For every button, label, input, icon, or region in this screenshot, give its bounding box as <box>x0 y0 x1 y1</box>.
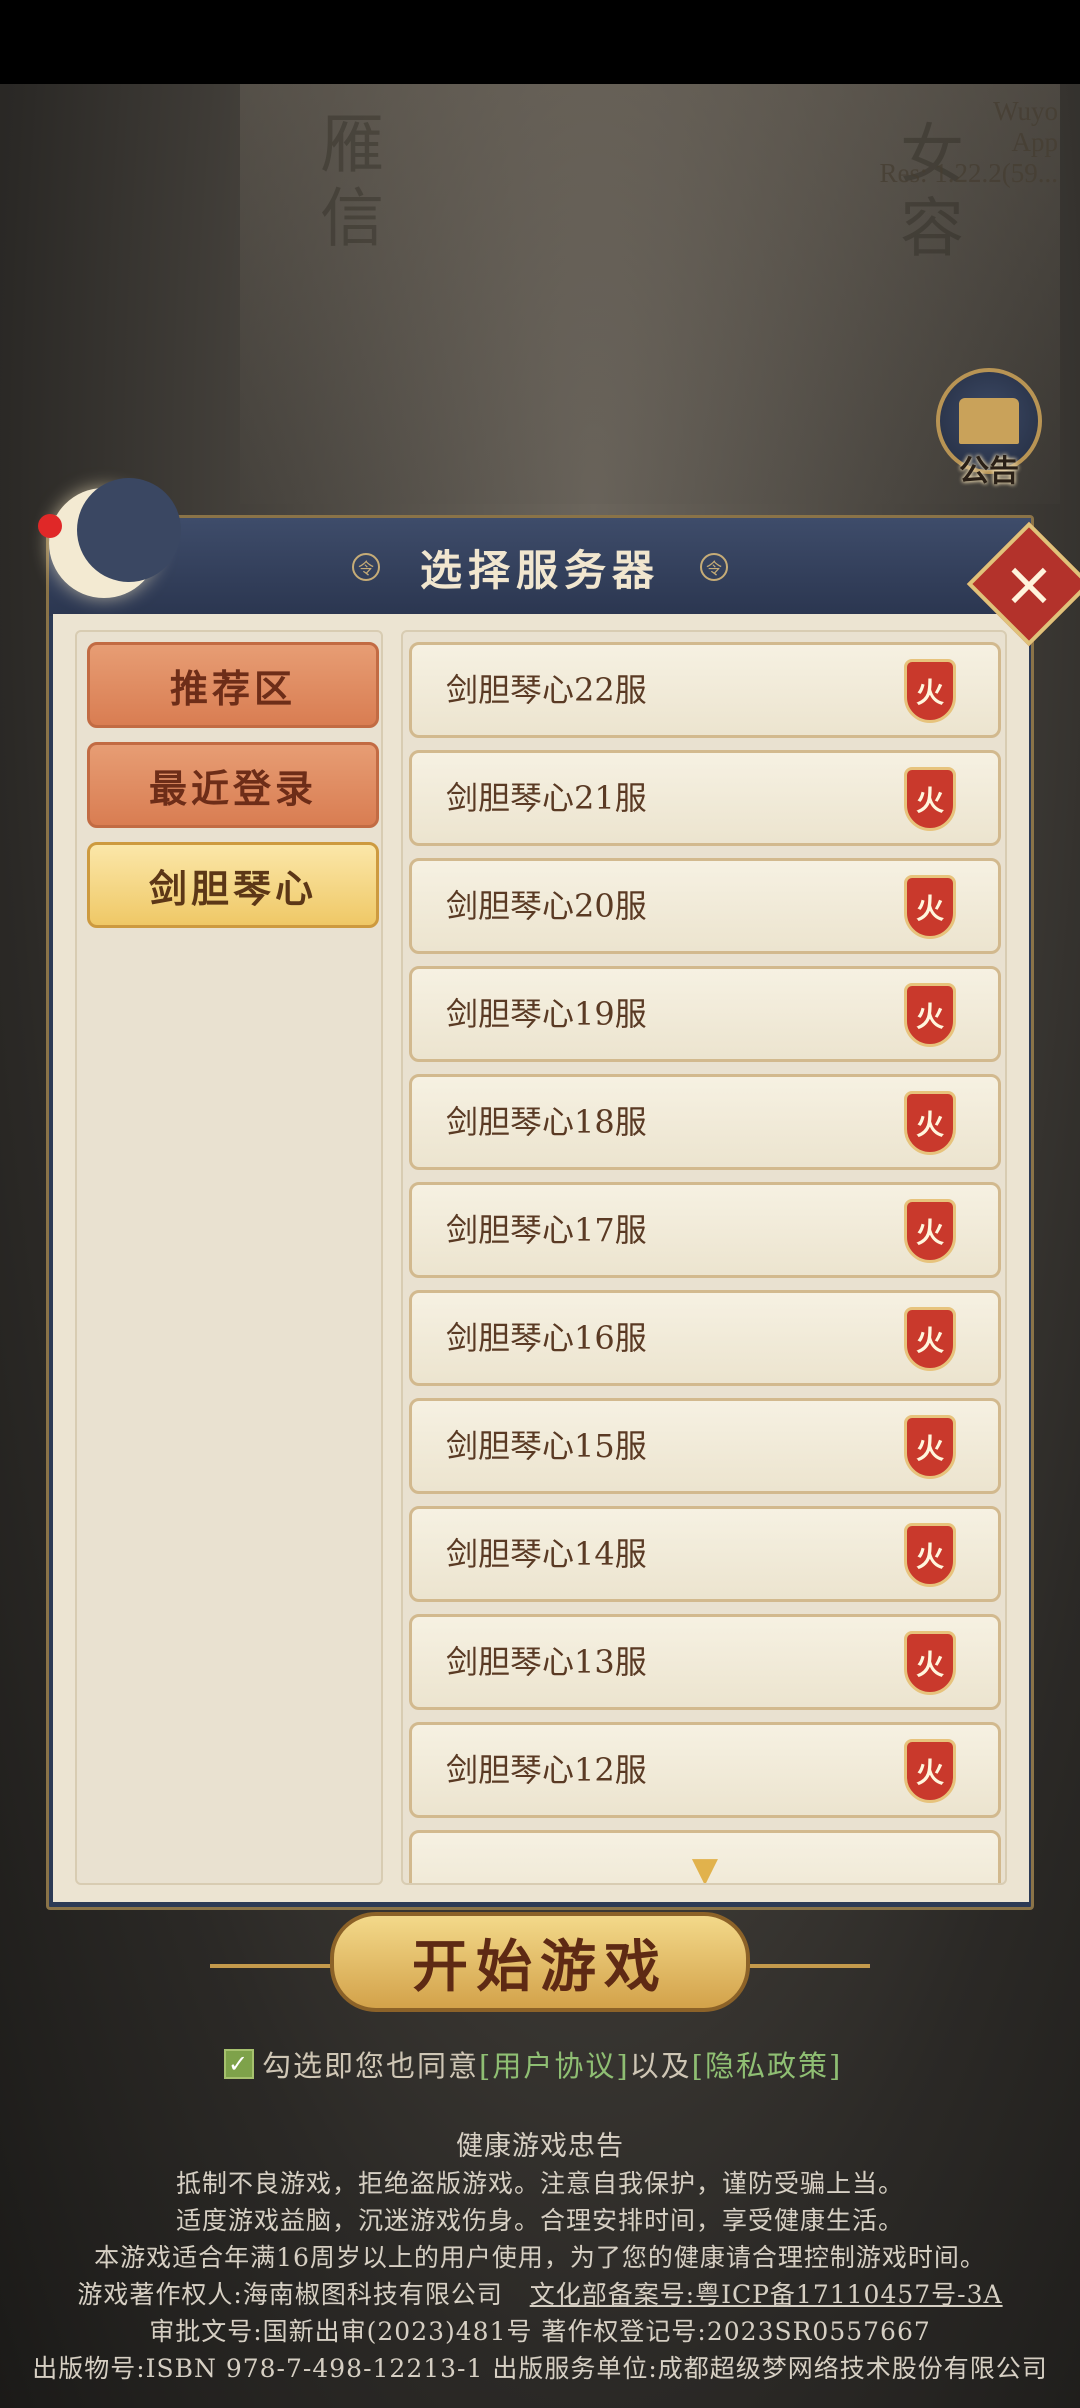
version-line: App <box>1011 127 1059 157</box>
start-game-button[interactable]: 开始游戏 <box>330 1912 750 2012</box>
server-name: 剑胆琴心19服 <box>446 995 647 1033</box>
server-name: 剑胆琴心12服 <box>446 1751 647 1789</box>
dialog-title: 选择服务器 <box>419 545 660 595</box>
isbn-line: 出版物号:ISBN 978-7-498-12213-1 出版服务单位:成都超级梦… <box>32 2354 1048 2383</box>
version-info: Wuyo App Res: 1.22.2(59... <box>880 96 1059 189</box>
server-item[interactable]: 剑胆琴心14服 火 <box>409 1506 1001 1602</box>
background-calligraphy: 雁信 <box>309 110 383 258</box>
server-name: 剑胆琴心17服 <box>446 1211 647 1249</box>
fire-status-icon: 火 <box>904 1631 956 1695</box>
fire-status-icon: 火 <box>904 1091 956 1155</box>
title-ornament-icon: 令 <box>351 553 380 581</box>
health-notice-line: 抵制不良游戏，拒绝盗版游戏。注意自我保护，谨防受骗上当。 <box>175 2169 904 2198</box>
server-name: 剑胆琴心18服 <box>446 1103 647 1141</box>
health-notice-title: 健康游戏忠告 <box>456 2131 624 2162</box>
notice-button[interactable]: 公告 <box>936 368 1042 496</box>
server-item[interactable]: 剑胆琴心21服 火 <box>409 750 1001 846</box>
dialog-header: 令 选择服务器 令 <box>49 518 1031 616</box>
fire-status-icon: 火 <box>904 1199 956 1263</box>
server-list[interactable]: 剑胆琴心22服 火 剑胆琴心21服 火 剑胆琴心20服 火 剑胆琴心19服 火 … <box>401 630 1007 1885</box>
copyright-owner: 游戏著作权人:海南椒图科技有限公司 <box>77 2280 503 2309</box>
version-line: Wuyo <box>993 96 1058 126</box>
health-notice-line: 本游戏适合年满16周岁以上的用户使用，为了您的健康请合理控制游戏时间。 <box>94 2243 986 2272</box>
scroll-down-icon[interactable]: ▼ <box>685 1853 725 1883</box>
server-item[interactable]: 剑胆琴心12服 火 <box>409 1722 1001 1818</box>
server-item[interactable]: 剑胆琴心15服 火 <box>409 1398 1001 1494</box>
agreement-row: ✓ 勾选即您也同意 [用户协议] 以及 [隐私政策] <box>224 2044 842 2084</box>
health-notice-line: 适度游戏益脑，沉迷游戏伤身。合理安排时间，享受健康生活。 <box>175 2206 904 2235</box>
server-name: 剑胆琴心22服 <box>446 671 647 709</box>
approval-line: 审批文号:国新出审(2023)481号 著作权登记号:2023SR0557667 <box>149 2317 931 2346</box>
server-item[interactable]: 剑胆琴心13服 火 <box>409 1614 1001 1710</box>
status-bar <box>0 0 1080 84</box>
copyright-line: 游戏著作权人:海南椒图科技有限公司 文化部备案号:粤ICP备17110457号-… <box>0 2276 1080 2313</box>
agreement-prefix: 勾选即您也同意 <box>262 2049 480 2083</box>
fire-status-icon: 火 <box>904 1307 956 1371</box>
server-name: 剑胆琴心15服 <box>446 1427 647 1465</box>
fire-status-icon: 火 <box>904 983 956 1047</box>
server-item[interactable]: 剑胆琴心20服 火 <box>409 858 1001 954</box>
start-game-area: 开始游戏 <box>210 1912 870 2022</box>
server-name: 剑胆琴心16服 <box>446 1319 647 1357</box>
server-item[interactable]: 剑胆琴心17服 火 <box>409 1182 1001 1278</box>
close-icon: × <box>1003 546 1055 620</box>
server-item[interactable]: 剑胆琴心22服 火 <box>409 642 1001 738</box>
server-item[interactable]: 剑胆琴心19服 火 <box>409 966 1001 1062</box>
server-item[interactable]: 剑胆琴心18服 火 <box>409 1074 1001 1170</box>
notice-label: 公告 <box>959 454 1019 489</box>
category-list: 推荐区 最近登录 剑胆琴心 <box>75 630 383 1885</box>
icp-link[interactable]: 文化部备案号:粤ICP备17110457号-3A <box>530 2280 1003 2309</box>
user-agreement-link[interactable]: [用户协议] <box>479 2043 630 2085</box>
fire-status-icon: 火 <box>904 1739 956 1803</box>
start-game-label: 开始游戏 <box>412 1933 668 2000</box>
decorative-dot <box>38 514 62 538</box>
server-name: 剑胆琴心20服 <box>446 887 647 925</box>
fire-status-icon: 火 <box>904 659 956 723</box>
server-name: 剑胆琴心21服 <box>446 779 647 817</box>
server-item[interactable]: 剑胆琴心16服 火 <box>409 1290 1001 1386</box>
moon-icon <box>29 468 181 618</box>
agreement-checkbox[interactable]: ✓ <box>224 2049 254 2079</box>
fire-status-icon: 火 <box>904 1523 956 1587</box>
category-jiandanqinxin[interactable]: 剑胆琴心 <box>87 842 379 928</box>
fire-status-icon: 火 <box>904 767 956 831</box>
server-name: 剑胆琴心14服 <box>446 1535 647 1573</box>
dialog-body: 推荐区 最近登录 剑胆琴心 剑胆琴心22服 火 剑胆琴心21服 火 剑胆琴心20… <box>53 614 1029 1902</box>
fire-status-icon: 火 <box>904 875 956 939</box>
privacy-policy-link[interactable]: [隐私政策] <box>692 2043 843 2085</box>
agreement-middle: 以及 <box>629 2049 692 2083</box>
title-ornament-icon: 令 <box>700 553 728 581</box>
category-recommended[interactable]: 推荐区 <box>87 642 379 728</box>
health-notice: 健康游戏忠告 抵制不良游戏，拒绝盗版游戏。注意自我保护，谨防受骗上当。 适度游戏… <box>0 2128 1080 2387</box>
server-select-dialog: 令 选择服务器 令 推荐区 最近登录 剑胆琴心 剑胆琴心22服 火 剑胆琴心21… <box>46 478 1034 1910</box>
category-recent-login[interactable]: 最近登录 <box>87 742 379 828</box>
version-line: Res: 1.22.2(59... <box>879 158 1059 188</box>
server-name: 剑胆琴心13服 <box>446 1643 647 1681</box>
fire-status-icon: 火 <box>904 1415 956 1479</box>
